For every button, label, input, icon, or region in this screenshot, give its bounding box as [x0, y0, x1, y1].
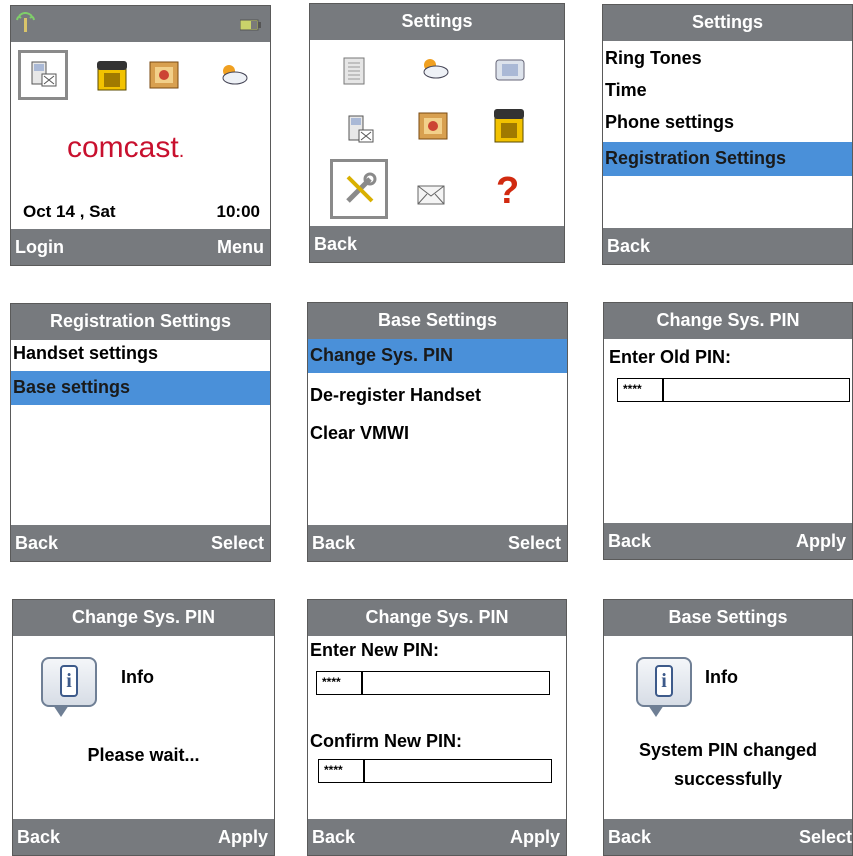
- screen-title: Base Settings: [308, 303, 567, 339]
- success-message-line1: System PIN changed: [638, 740, 818, 760]
- change-pin-new-screen: Change Sys. PIN Enter New PIN: **** Conf…: [307, 599, 567, 856]
- old-pin-label: Enter Old PIN:: [609, 347, 732, 367]
- new-pin-field[interactable]: ****: [316, 671, 550, 695]
- screen-title: Settings: [310, 4, 564, 40]
- organizer-icon[interactable]: [147, 59, 181, 91]
- base-settings-screen: Base Settings Change Sys. PIN De-registe…: [307, 302, 568, 562]
- select-softkey[interactable]: Select: [799, 827, 852, 848]
- settings-list-screen: Settings Ring Tones Time Phone settings …: [602, 4, 853, 265]
- softkey-bar: Back Apply: [308, 819, 566, 855]
- tools-icon-selected[interactable]: [330, 159, 388, 219]
- menu-item-registration-settings[interactable]: Registration Settings: [603, 142, 852, 176]
- screen-title: Change Sys. PIN: [13, 600, 274, 636]
- login-softkey[interactable]: Login: [15, 237, 64, 258]
- menu-item-handset-settings[interactable]: Handset settings: [11, 337, 270, 371]
- info-icon: i: [636, 657, 692, 717]
- tools-icon: [346, 172, 377, 203]
- weather-icon[interactable]: [217, 62, 249, 86]
- time-text: 10:00: [216, 202, 260, 221]
- phonebook-icon[interactable]: [340, 56, 368, 86]
- info-icon: i: [41, 657, 97, 717]
- select-softkey[interactable]: Select: [211, 533, 264, 554]
- info-heading: Info: [705, 667, 738, 687]
- settings-grid-screen: Settings ? Back: [309, 3, 565, 263]
- back-softkey[interactable]: Back: [15, 533, 58, 554]
- softkey-bar: Back: [310, 226, 564, 262]
- organizer-icon[interactable]: [416, 110, 450, 142]
- envelope-icon[interactable]: [416, 184, 446, 206]
- confirm-pin-value: ****: [319, 760, 365, 782]
- screen-title: Settings: [603, 5, 852, 41]
- phone-icon[interactable]: [95, 58, 129, 92]
- apply-softkey[interactable]: Apply: [796, 531, 846, 552]
- status-bar: [11, 6, 270, 42]
- softkey-bar: Back Apply: [13, 819, 274, 855]
- date-text: Oct 14 , Sat: [23, 202, 116, 221]
- confirm-pin-label: Confirm New PIN:: [310, 731, 463, 751]
- softkey-bar: Back Select: [308, 525, 567, 561]
- back-softkey[interactable]: Back: [608, 531, 651, 552]
- softkey-bar: Login Menu: [11, 229, 270, 265]
- old-pin-value: ****: [618, 379, 664, 401]
- change-pin-wait-screen: Change Sys. PIN i Info Please wait... Ba…: [12, 599, 275, 856]
- back-softkey[interactable]: Back: [607, 236, 650, 257]
- phone-icon[interactable]: [492, 106, 526, 144]
- brand-suffix: .: [178, 140, 185, 162]
- menu-item-phone-settings[interactable]: Phone settings: [603, 106, 852, 140]
- back-softkey[interactable]: Back: [312, 533, 355, 554]
- info-heading: Info: [121, 667, 154, 687]
- back-softkey[interactable]: Back: [312, 827, 355, 848]
- help-icon[interactable]: ?: [496, 170, 519, 213]
- home-screen: comcast. Oct 14 , Sat 10:00 Login Menu: [10, 5, 271, 266]
- back-softkey[interactable]: Back: [314, 234, 357, 255]
- status-message: Please wait...: [87, 745, 200, 765]
- weather-icon[interactable]: [418, 56, 450, 80]
- handset-settings-icon: [31, 61, 57, 87]
- brand-name: comcast: [67, 131, 179, 164]
- softkey-bar: Back Apply: [604, 523, 852, 559]
- old-pin-field[interactable]: ****: [617, 378, 850, 402]
- screen-title: Base Settings: [604, 600, 852, 636]
- new-pin-value: ****: [317, 672, 363, 694]
- pin-changed-screen: Base Settings i Info System PIN changed …: [603, 599, 853, 856]
- softkey-bar: Back: [603, 228, 852, 264]
- new-pin-label: Enter New PIN:: [310, 640, 440, 660]
- info-glyph: i: [655, 665, 673, 697]
- menu-item-change-sys-pin[interactable]: Change Sys. PIN: [308, 339, 567, 373]
- menu-item-time[interactable]: Time: [603, 74, 852, 108]
- apply-softkey[interactable]: Apply: [218, 827, 268, 848]
- brand-logo: comcast.: [67, 131, 184, 165]
- info-glyph: i: [60, 665, 78, 697]
- menu-item-base-settings[interactable]: Base settings: [11, 371, 270, 405]
- menu-item-de-register-handset[interactable]: De-register Handset: [308, 379, 567, 413]
- back-softkey[interactable]: Back: [608, 827, 651, 848]
- change-pin-old-screen: Change Sys. PIN Enter Old PIN: **** Back…: [603, 302, 853, 560]
- success-message-line2: successfully: [673, 769, 783, 789]
- screen-title: Change Sys. PIN: [308, 600, 566, 636]
- select-softkey[interactable]: Select: [508, 533, 561, 554]
- handset-settings-icon[interactable]: [347, 114, 375, 146]
- apply-softkey[interactable]: Apply: [510, 827, 560, 848]
- handset-settings-icon-selected[interactable]: [18, 50, 68, 100]
- back-softkey[interactable]: Back: [17, 827, 60, 848]
- confirm-pin-field[interactable]: ****: [318, 759, 552, 783]
- softkey-bar: Back Select: [11, 525, 270, 561]
- registration-settings-screen: Registration Settings Handset settings B…: [10, 303, 271, 562]
- menu-item-clear-vmwi[interactable]: Clear VMWI: [308, 417, 567, 451]
- menu-item-ring-tones[interactable]: Ring Tones: [603, 42, 852, 76]
- menu-softkey[interactable]: Menu: [217, 237, 264, 258]
- screen-title: Registration Settings: [11, 304, 270, 340]
- battery-icon: [240, 19, 261, 31]
- softkey-bar: Back Select: [604, 819, 852, 855]
- screen-title: Change Sys. PIN: [604, 303, 852, 339]
- display-icon[interactable]: [494, 58, 526, 82]
- signal-icon: [16, 12, 35, 32]
